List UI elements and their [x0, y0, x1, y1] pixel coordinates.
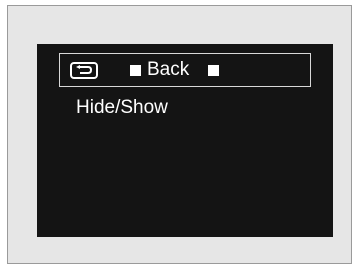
- menu-item-hide-show[interactable]: Hide/Show: [76, 97, 168, 119]
- display-screen: Back Hide/Show: [37, 44, 333, 237]
- square-marker-icon: [208, 65, 219, 76]
- back-menu-item[interactable]: Back: [59, 53, 311, 87]
- back-arrow-icon: [70, 62, 98, 79]
- back-label: Back: [147, 59, 190, 80]
- square-marker-icon: [130, 65, 141, 76]
